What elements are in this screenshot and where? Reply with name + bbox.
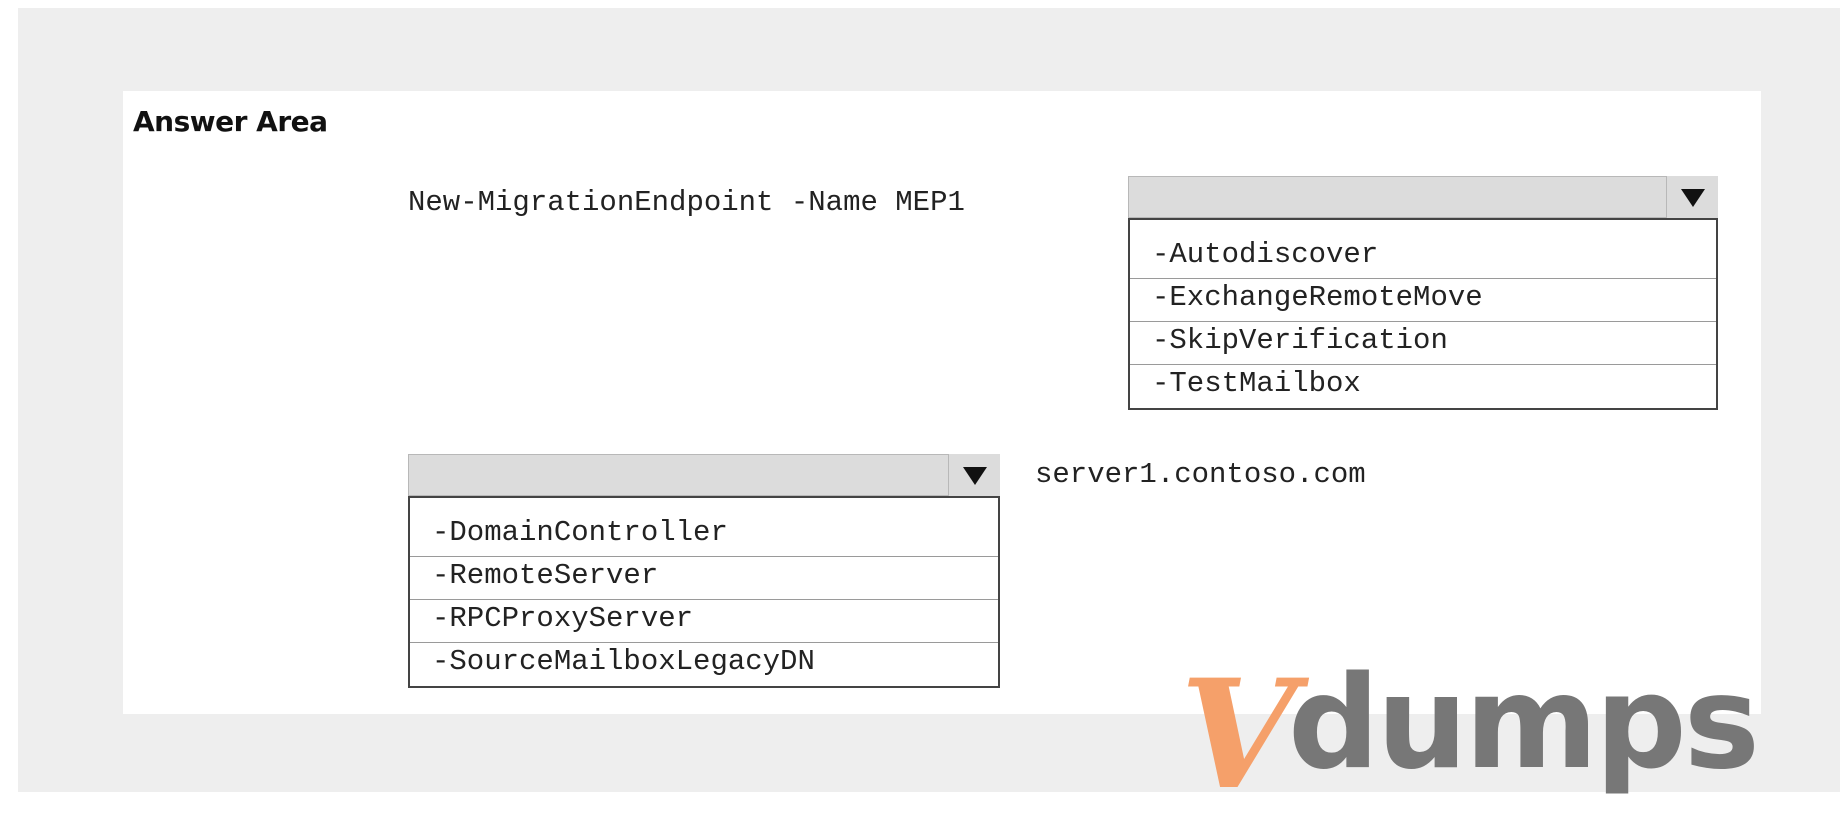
dropdown-1-option-exchangeremotemove[interactable]: -ExchangeRemoteMove <box>1130 279 1716 322</box>
parameter-dropdown-1[interactable]: -Autodiscover -ExchangeRemoteMove -SkipV… <box>1128 176 1718 428</box>
dropdown-1-option-autodiscover[interactable]: -Autodiscover <box>1130 236 1716 279</box>
chevron-down-icon <box>1681 189 1705 207</box>
parameter-dropdown-2[interactable]: -DomainController -RemoteServer -RPCProx… <box>408 454 1000 711</box>
dropdown-2-option-sourcemailboxlegacydn[interactable]: -SourceMailboxLegacyDN <box>410 643 998 686</box>
dropdown-2-toggle[interactable] <box>948 454 1000 496</box>
dropdown-2-option-rpcproxyserver[interactable]: -RPCProxyServer <box>410 600 998 643</box>
dropdown-1-toggle[interactable] <box>1666 176 1718 218</box>
watermark-logo-text: dumps <box>1288 649 1760 798</box>
dropdown-1-option-skipverification[interactable]: -SkipVerification <box>1130 322 1716 365</box>
command-prefix-text: New-MigrationEndpoint -Name MEP1 <box>408 186 965 219</box>
dropdown-1-options: -Autodiscover -ExchangeRemoteMove -SkipV… <box>1128 218 1718 410</box>
dropdown-1-selected-box[interactable] <box>1128 176 1718 218</box>
dropdown-2-option-domaincontroller[interactable]: -DomainController <box>410 514 998 557</box>
dropdown-2-selected-box[interactable] <box>408 454 1000 496</box>
answer-area: Answer Area New-MigrationEndpoint -Name … <box>123 91 1761 714</box>
chevron-down-icon <box>963 467 987 485</box>
dropdown-2-options: -DomainController -RemoteServer -RPCProx… <box>408 496 1000 688</box>
dropdown-1-option-testmailbox[interactable]: -TestMailbox <box>1130 365 1716 408</box>
watermark-logo-letter: V <box>1180 647 1297 823</box>
dropdown-2-option-remoteserver[interactable]: -RemoteServer <box>410 557 998 600</box>
answer-area-title: Answer Area <box>133 105 328 138</box>
server-name-text: server1.contoso.com <box>1035 458 1366 491</box>
